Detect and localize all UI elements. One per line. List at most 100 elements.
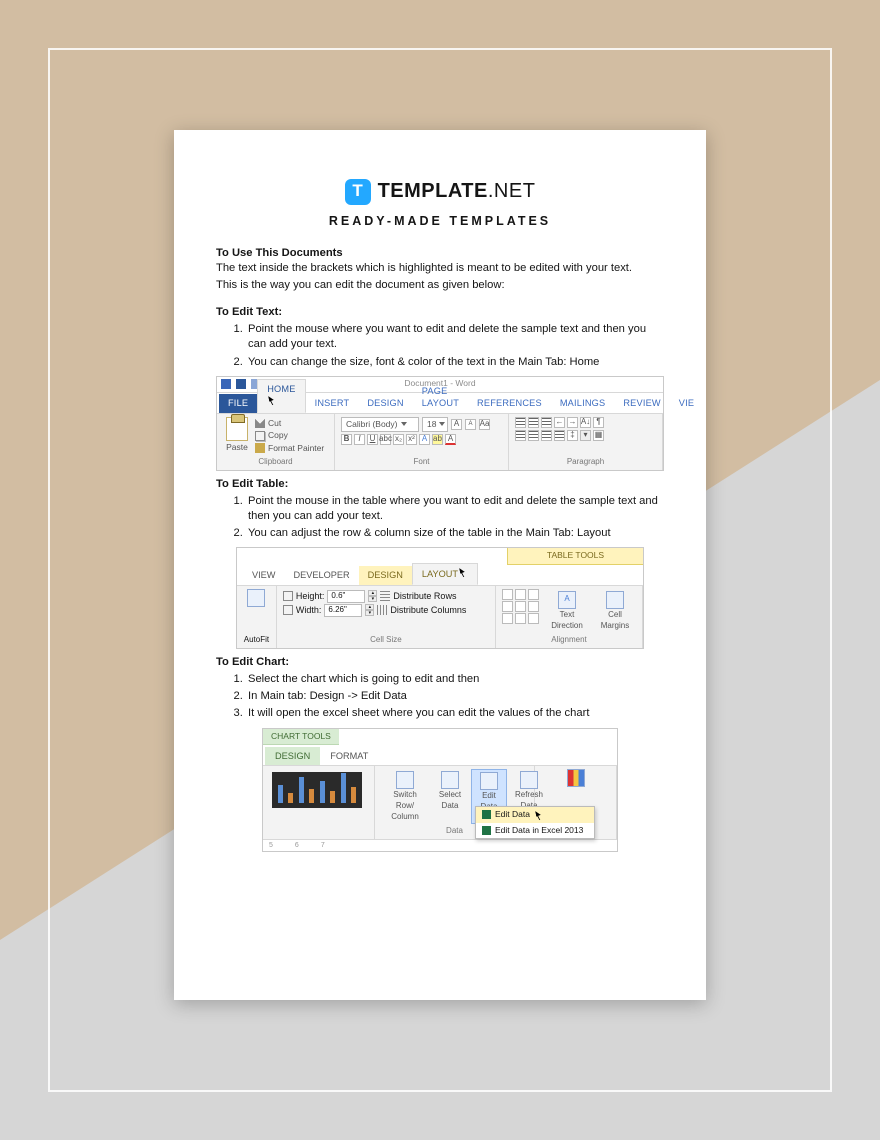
font-name-select[interactable]: Calibri (Body): [341, 417, 419, 432]
tab-home-label: HOME: [267, 384, 295, 394]
height-stepper[interactable]: ▴▾: [368, 590, 377, 602]
align-right-button[interactable]: [541, 430, 552, 441]
edit-text-steps: Point the mouse where you want to edit a…: [246, 322, 664, 369]
tab-references[interactable]: REFERENCES: [468, 394, 551, 412]
cursor-icon: [268, 394, 278, 405]
col-width-icon: [283, 605, 293, 615]
tab-file[interactable]: FILE: [219, 394, 257, 412]
multilevel-button[interactable]: [541, 417, 552, 428]
select-data-button[interactable]: Select Data: [431, 769, 469, 824]
increase-indent-button[interactable]: →: [567, 417, 578, 428]
distribute-rows-button[interactable]: Distribute Rows: [393, 590, 456, 602]
tab-review[interactable]: REVIEW: [614, 394, 669, 412]
group-paragraph: ← → A↓ ¶ ‡ ▾ ▦ Paragraph: [509, 414, 663, 470]
superscript-button[interactable]: x²: [406, 434, 417, 445]
align-cell-icon[interactable]: [502, 589, 513, 600]
group-clipboard: Paste Cut Copy Format Painter Clipboard: [217, 414, 335, 470]
copy-icon: [255, 431, 265, 441]
cut-button[interactable]: Cut: [255, 418, 324, 429]
ribbon-tabs: DESIGN FORMAT: [263, 745, 617, 765]
show-marks-button[interactable]: ¶: [593, 417, 604, 428]
align-cell-icon[interactable]: [515, 589, 526, 600]
word-ribbon-chart-design: CHART TOOLS DESIGN FORMAT Switch Row/ Co…: [262, 728, 618, 853]
height-input[interactable]: 0.6": [327, 590, 365, 603]
align-cell-icon[interactable]: [528, 589, 539, 600]
numbering-button[interactable]: [528, 417, 539, 428]
align-cell-icon[interactable]: [515, 601, 526, 612]
text-direction-button[interactable]: A Text Direction: [544, 589, 590, 634]
tab-insert[interactable]: INSERT: [306, 394, 359, 412]
distribute-cols-icon: [377, 605, 387, 615]
switch-row-col-button[interactable]: Switch Row/ Column: [381, 769, 429, 824]
menu-label: Edit Data in Excel 2013: [495, 825, 583, 836]
justify-button[interactable]: [554, 430, 565, 441]
shading-button[interactable]: ▾: [580, 430, 591, 441]
contextual-tab-header: TABLE TOOLS: [237, 548, 643, 564]
paste-button[interactable]: Paste: [223, 417, 251, 455]
tab-chart-design[interactable]: DESIGN: [265, 747, 320, 765]
list-item: Point the mouse in the table where you w…: [246, 494, 664, 524]
list-item: It will open the excel sheet where you c…: [246, 706, 664, 721]
cell-margins-button[interactable]: Cell Margins: [594, 589, 636, 634]
font-size-value: 18: [427, 419, 436, 430]
intro-line-1: The text inside the brackets which is hi…: [216, 261, 664, 276]
group-label: Clipboard: [223, 457, 328, 468]
tab-view[interactable]: VIEW: [243, 566, 284, 584]
tab-developer[interactable]: DEVELOPER: [284, 566, 358, 584]
brush-icon: [255, 443, 265, 453]
tab-home[interactable]: HOME: [257, 379, 305, 413]
text-direction-label: Text Direction: [548, 610, 586, 632]
tab-mailings[interactable]: MAILINGS: [551, 394, 615, 412]
align-cell-icon[interactable]: [528, 601, 539, 612]
tab-view[interactable]: VIE: [670, 394, 703, 412]
tab-design[interactable]: DESIGN: [358, 394, 412, 412]
strike-button[interactable]: abc: [380, 434, 391, 445]
highlight-button[interactable]: ab: [432, 434, 443, 445]
subscript-button[interactable]: x₂: [393, 434, 404, 445]
autofit-button[interactable]: AutoFit: [237, 586, 277, 648]
align-center-button[interactable]: [528, 430, 539, 441]
align-cell-icon[interactable]: [502, 601, 513, 612]
grow-font-button[interactable]: A: [451, 419, 462, 430]
underline-button[interactable]: U: [367, 434, 378, 445]
tab-chart-format[interactable]: FORMAT: [320, 747, 378, 765]
width-stepper[interactable]: ▴▾: [365, 604, 374, 616]
copy-label: Copy: [268, 430, 288, 441]
word-app-icon[interactable]: [221, 379, 231, 389]
ribbon-body: Switch Row/ Column Select Data Edit Data…: [263, 765, 617, 839]
copy-button[interactable]: Copy: [255, 430, 324, 441]
borders-button[interactable]: ▦: [593, 430, 604, 441]
line-spacing-button[interactable]: ‡: [567, 430, 578, 441]
alignment-grid[interactable]: [502, 589, 540, 624]
align-cell-icon[interactable]: [515, 613, 526, 624]
ribbon-body: Paste Cut Copy Format Painter Clipboard …: [217, 413, 663, 470]
distribute-cols-button[interactable]: Distribute Columns: [390, 604, 466, 616]
cursor-icon: [459, 567, 469, 578]
chart-styles-gallery[interactable]: [263, 766, 375, 839]
group-alignment: A Text Direction Cell Margins Alignment: [496, 586, 643, 648]
align-cell-icon[interactable]: [528, 613, 539, 624]
width-input[interactable]: 6.26": [324, 604, 362, 617]
decrease-indent-button[interactable]: ←: [554, 417, 565, 428]
tab-table-layout[interactable]: LAYOUT: [412, 563, 478, 584]
format-painter-button[interactable]: Format Painter: [255, 443, 324, 454]
font-size-select[interactable]: 18: [422, 417, 448, 432]
save-icon[interactable]: [236, 379, 246, 389]
font-color-button[interactable]: A: [445, 434, 456, 445]
menu-item-edit-data[interactable]: Edit Data: [476, 807, 594, 822]
paste-icon: [226, 417, 248, 441]
bullets-button[interactable]: [515, 417, 526, 428]
shrink-font-button[interactable]: A: [465, 419, 476, 430]
text-effects-button[interactable]: A: [419, 434, 430, 445]
italic-button[interactable]: I: [354, 434, 365, 445]
change-case-button[interactable]: Aa: [479, 419, 490, 430]
sort-button[interactable]: A↓: [580, 417, 591, 428]
brand-badge-icon: T: [345, 179, 371, 205]
list-item: In Main tab: Design -> Edit Data: [246, 689, 664, 704]
tab-table-design[interactable]: DESIGN: [359, 566, 412, 584]
bold-button[interactable]: B: [341, 434, 352, 445]
menu-item-edit-excel[interactable]: Edit Data in Excel 2013: [476, 823, 594, 838]
align-left-button[interactable]: [515, 430, 526, 441]
lines-icon: [542, 431, 551, 440]
align-cell-icon[interactable]: [502, 613, 513, 624]
